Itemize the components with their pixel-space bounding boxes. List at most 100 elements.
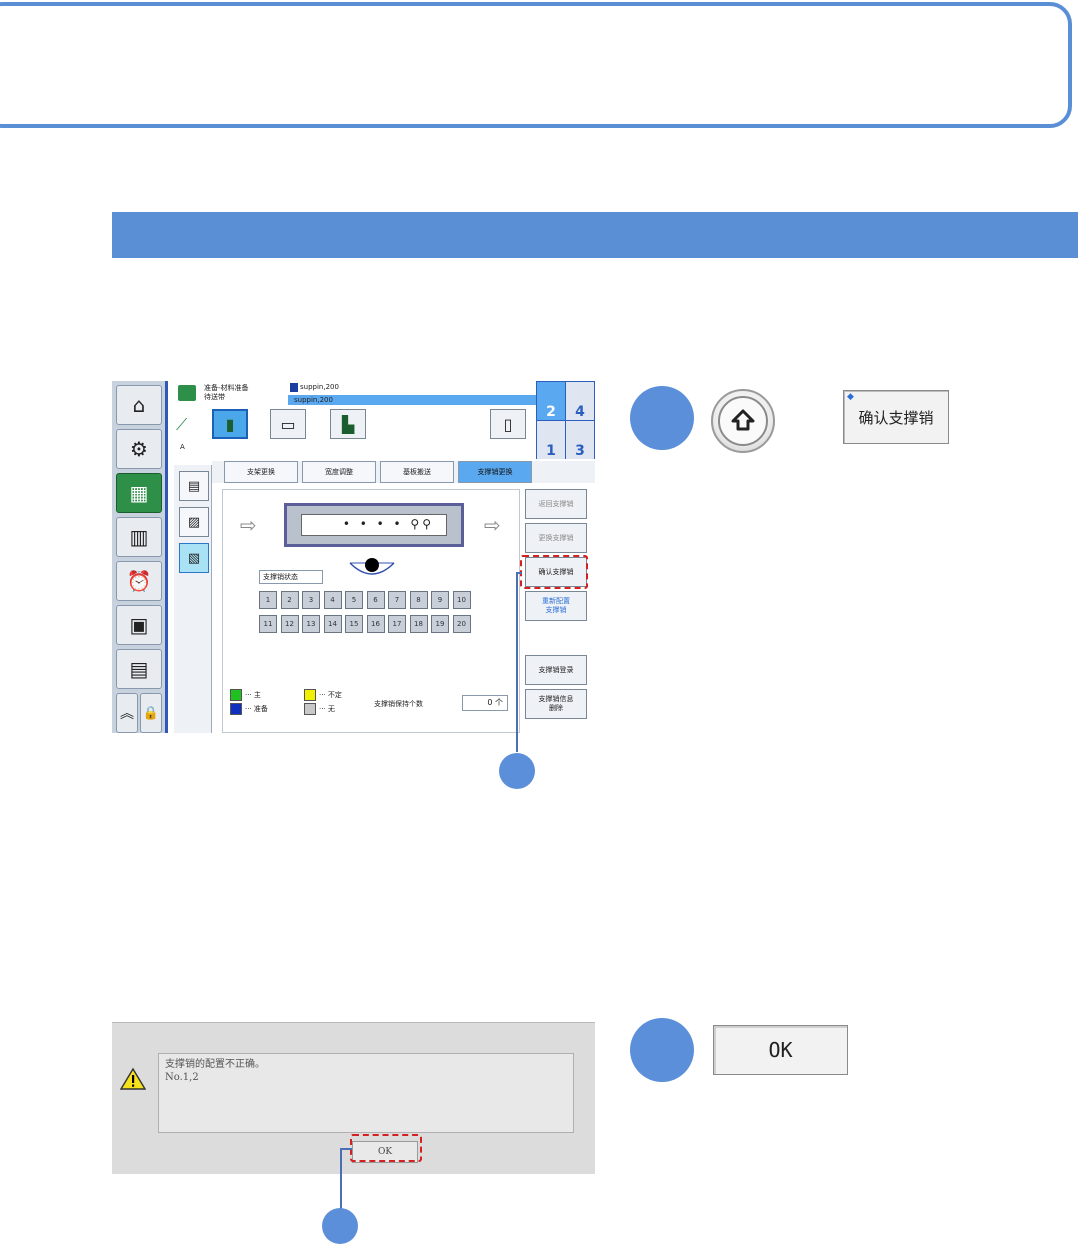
- arrow-right-icon-right: ⇨: [484, 513, 501, 537]
- pin-cell[interactable]: 19: [431, 615, 449, 633]
- register-pins-button[interactable]: 支撑销登录: [525, 655, 587, 685]
- board-setup-icon[interactable]: ▦: [116, 473, 162, 513]
- callout-leader-1: [516, 572, 518, 752]
- hold-count-label: 支撑销保持个数: [374, 700, 423, 708]
- factory-button[interactable]: ▙: [330, 409, 366, 439]
- pin-cell[interactable]: 16: [366, 615, 385, 633]
- pin-cell[interactable]: 15: [345, 615, 363, 633]
- legend-standby-swatch: [230, 703, 242, 715]
- floppy-icon: ▭: [280, 414, 296, 434]
- conveyor-selector: 2 4 1 3: [536, 381, 595, 459]
- tab-board-transfer[interactable]: 基板搬送: [380, 461, 454, 483]
- warning-icon: [120, 1067, 146, 1090]
- factory-icon: ▙: [341, 414, 355, 434]
- replace-pins-button[interactable]: 更换支撑销: [525, 523, 587, 553]
- pin-cell[interactable]: 8: [409, 591, 428, 609]
- callout-marker-2: [322, 1208, 358, 1244]
- delete-info-line-1: 支撑销信息: [538, 695, 574, 703]
- step-marker-2: [630, 1018, 694, 1082]
- legend-undefined-label: ··· 不定: [319, 691, 342, 699]
- lock-icon[interactable]: 🔒: [140, 693, 162, 733]
- print-icon[interactable]: ▤: [116, 649, 162, 689]
- program-icon-1: [290, 383, 298, 392]
- pin-cell[interactable]: 11: [259, 615, 277, 633]
- conveyor-link-icon: ⟋: [176, 415, 188, 434]
- pin-cell[interactable]: 18: [409, 615, 428, 633]
- pin-cell[interactable]: 2: [280, 591, 299, 609]
- document-icon: ▯: [503, 414, 513, 434]
- return-pins-button[interactable]: 返回支撑销: [525, 489, 587, 519]
- arrow-right-icon-left: ⇨: [240, 513, 257, 537]
- legend-undefined-swatch: [304, 689, 316, 701]
- pin-cell[interactable]: 5: [345, 591, 363, 609]
- pin-cell[interactable]: 9: [431, 591, 449, 609]
- delete-pin-info-button[interactable]: 支撑销信息 删除: [525, 689, 587, 719]
- legend-main-label: ··· 主: [245, 691, 261, 699]
- board-view-button[interactable]: ▮: [212, 409, 248, 439]
- pin-cell[interactable]: 3: [302, 591, 320, 609]
- board-pins: • • • • ⚲⚲: [301, 514, 447, 536]
- gears-icon[interactable]: ⚙: [116, 429, 162, 469]
- support-pin-icon[interactable]: ▧: [179, 543, 209, 573]
- pin-cell[interactable]: 13: [302, 615, 320, 633]
- pin-cell[interactable]: 4: [323, 591, 342, 609]
- board-icon: ▮: [225, 414, 235, 434]
- conveyor-3[interactable]: 3: [566, 421, 594, 459]
- tab-width-adjust[interactable]: 宽度调整: [302, 461, 376, 483]
- step-marker-1: [630, 386, 694, 450]
- pin-cell[interactable]: 7: [388, 591, 406, 609]
- hold-count-value: 0 个: [462, 695, 508, 711]
- pin-cell[interactable]: 14: [323, 615, 342, 633]
- reconfigure-line-1: 重新配置: [542, 597, 570, 605]
- shift-up-icon: [718, 396, 768, 446]
- status-line-1: 准备-材料准备: [204, 384, 249, 392]
- callout-marker-1: [499, 753, 535, 789]
- delete-info-line-2: 删除: [549, 704, 563, 712]
- save-button[interactable]: ▭: [270, 409, 306, 439]
- pin-cell[interactable]: 6: [366, 591, 385, 609]
- header-frame: [0, 2, 1072, 128]
- pin-cell[interactable]: 12: [280, 615, 299, 633]
- tab-bar: 支架更换 宽度调整 基板搬送 支撑销更换: [212, 461, 595, 483]
- chevron-up-icon[interactable]: ︽: [116, 693, 138, 733]
- callout-leader-2: [340, 1148, 342, 1210]
- conveyor-2[interactable]: 2: [537, 382, 565, 420]
- pin-cell[interactable]: 10: [452, 591, 471, 609]
- error-message-line-1: 支撑销的配置不正确。: [165, 1059, 265, 1070]
- conveyor-4[interactable]: 4: [566, 382, 594, 420]
- pin-head-graphic: [349, 558, 395, 575]
- ok-large-button[interactable]: OK: [713, 1025, 848, 1075]
- pin-cell[interactable]: 1: [259, 591, 277, 609]
- blue-marker-icon: ◆: [847, 392, 854, 402]
- side-navigation: ⌂ ⚙ ▦ ▥ ⏰ ▣ ▤ ︽ 🔒: [112, 381, 168, 733]
- callout-leader-1-tick: [516, 572, 522, 574]
- feeder-icon[interactable]: ▤: [179, 471, 209, 501]
- reconfigure-pins-button[interactable]: 重新配置 支撑销: [525, 591, 587, 621]
- tab-stand-replace[interactable]: 支架更换: [224, 461, 298, 483]
- board-copy-icon[interactable]: ▣: [116, 605, 162, 645]
- legend-none-swatch: [304, 703, 316, 715]
- home-icon[interactable]: ⌂: [116, 385, 162, 425]
- section-header-bar: [112, 212, 1078, 258]
- production-chart-icon[interactable]: ▥: [116, 517, 162, 557]
- error-message-line-2: No.1,2: [165, 1072, 199, 1083]
- error-message-box: 支撑销的配置不正确。 No.1,2: [158, 1053, 574, 1133]
- program-bar: suppin,200: [288, 395, 536, 405]
- legend-none-label: ··· 无: [319, 705, 335, 713]
- nozzle-icon[interactable]: ▨: [179, 507, 209, 537]
- conveyor-1[interactable]: 1: [537, 421, 565, 459]
- confirm-pins-large-button[interactable]: ◆ 确认支撑销: [843, 390, 949, 444]
- pin-legend: ··· 主 ··· 准备 ··· 不定 ··· 无: [230, 683, 490, 725]
- pin-cell[interactable]: 20: [452, 615, 471, 633]
- tab-pin-replace[interactable]: 支撑销更换: [458, 461, 532, 483]
- board-graphic: • • • • ⚲⚲: [284, 503, 464, 547]
- shift-button[interactable]: [711, 389, 775, 453]
- confirm-pins-large-label: 确认支撑销: [858, 408, 934, 427]
- alarm-clock-icon[interactable]: ⏰: [116, 561, 162, 601]
- program-line-2: suppin,200: [294, 396, 333, 404]
- machine-status-icon: [178, 385, 196, 401]
- document-button[interactable]: ▯: [490, 409, 526, 439]
- confirm-highlight: [520, 555, 588, 589]
- pin-cell[interactable]: 17: [388, 615, 406, 633]
- pin-status-label: 支撑销状态: [259, 570, 323, 584]
